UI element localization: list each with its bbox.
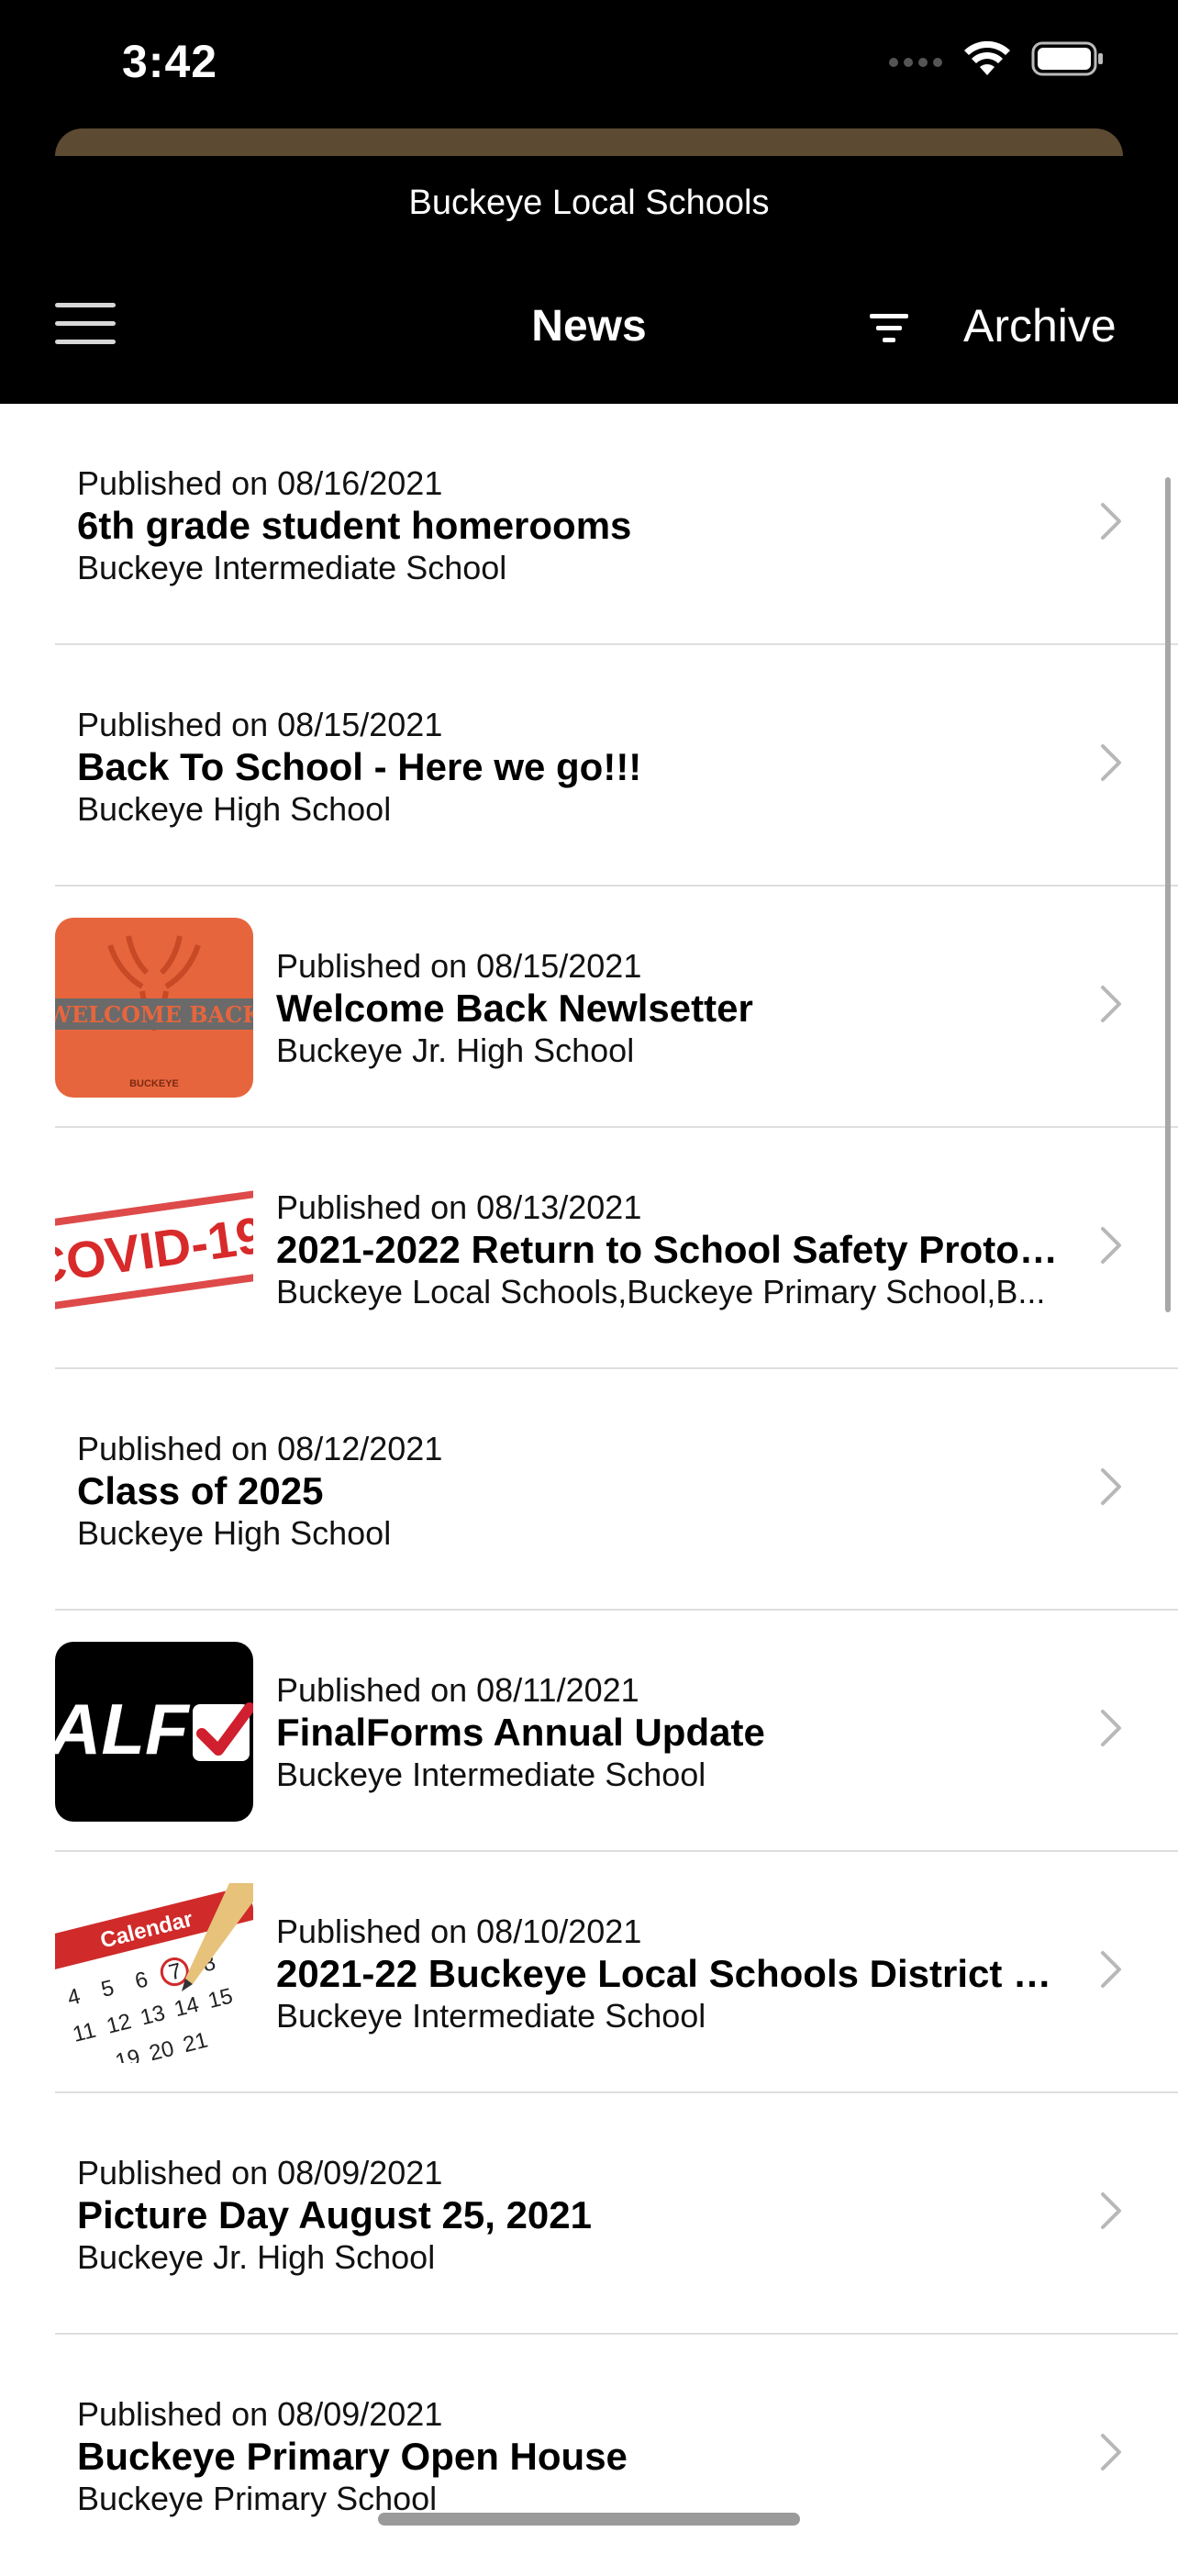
news-thumbnail-covid: COVID-19	[55, 1159, 253, 1339]
news-list: Published on 08/16/2021 6th grade studen…	[0, 404, 1178, 2576]
news-thumbnail-welcome-back: WELCOME BACK BUCKEYE	[55, 918, 253, 1098]
chevron-right-icon	[1101, 2434, 1121, 2470]
chevron-right-icon	[1101, 503, 1121, 540]
chevron-right-icon	[1101, 1227, 1121, 1264]
chevron-right-icon	[1101, 1468, 1121, 1505]
home-indicator[interactable]	[378, 2513, 800, 2526]
filter-icon	[870, 314, 908, 342]
news-school: Buckeye Intermediate School	[77, 549, 507, 586]
news-thumbnail-finalforms: ALF	[55, 1642, 253, 1822]
status-time: 3:42	[122, 36, 218, 87]
chevron-right-icon	[1101, 1951, 1121, 1988]
news-title: Welcome Back Newlsetter	[276, 987, 753, 1030]
chevron-right-icon	[1101, 2192, 1121, 2229]
news-title: 6th grade student homerooms	[77, 504, 632, 547]
news-title: 2021-2022 Return to School Safety Protoc…	[276, 1228, 1068, 1271]
vertical-scrollbar[interactable]	[1165, 477, 1171, 1312]
news-school: Buckeye High School	[77, 790, 392, 828]
news-title: 2021-22 Buckeye Local Schools District C…	[276, 1952, 1068, 1995]
news-item[interactable]: Published on 08/15/2021 Back To School -…	[0, 645, 1178, 887]
news-thumbnail-calendar: Calendar 4 5 6 7 8 11 12 13 14 15 19 20	[55, 1883, 253, 2063]
top-header: 3:42 Buckeye Local Schools News Archive	[0, 0, 1178, 404]
news-title: Class of 2025	[77, 1469, 324, 1512]
news-date: Published on 08/10/2021	[276, 1912, 642, 1950]
news-item[interactable]: Published on 08/09/2021 Picture Day Augu…	[0, 2093, 1178, 2335]
news-date: Published on 08/12/2021	[77, 1430, 443, 1467]
news-item[interactable]: ALF Published on 08/11/2021 FinalForms A…	[0, 1611, 1178, 1852]
news-school: Buckeye Local Schools,Buckeye Primary Sc…	[276, 1273, 1046, 1310]
news-date: Published on 08/16/2021	[77, 464, 443, 502]
news-school: Buckeye Jr. High School	[77, 2238, 436, 2276]
news-item[interactable]: Published on 08/12/2021 Class of 2025 Bu…	[0, 1369, 1178, 1611]
app-title: Buckeye Local Schools	[408, 184, 770, 222]
news-item[interactable]: COVID-19 Published on 08/13/2021 2021-20…	[0, 1128, 1178, 1369]
news-date: Published on 08/09/2021	[77, 2395, 443, 2433]
wifi-icon	[964, 40, 1010, 75]
news-school: Buckeye Jr. High School	[276, 1032, 635, 1069]
news-school: Buckeye High School	[77, 1514, 392, 1552]
news-date: Published on 08/11/2021	[276, 1671, 639, 1709]
news-title: Back To School - Here we go!!!	[77, 745, 642, 788]
news-date: Published on 08/13/2021	[276, 1188, 642, 1226]
news-date: Published on 08/15/2021	[77, 706, 443, 743]
chevron-right-icon	[1101, 744, 1121, 781]
chevron-right-icon	[1101, 1710, 1121, 1746]
battery-icon	[1031, 41, 1103, 76]
news-title: FinalForms Annual Update	[276, 1711, 765, 1754]
chevron-right-icon	[1101, 986, 1121, 1022]
news-school: Buckeye Intermediate School	[276, 1756, 706, 1793]
news-title: Picture Day August 25, 2021	[77, 2193, 593, 2236]
news-item[interactable]: Published on 08/16/2021 6th grade studen…	[0, 404, 1178, 645]
archive-button[interactable]: Archive	[963, 299, 1117, 352]
news-item[interactable]: Published on 08/09/2021 Buckeye Primary …	[0, 2335, 1178, 2576]
news-title: Buckeye Primary Open House	[77, 2435, 628, 2478]
filter-button[interactable]	[866, 310, 912, 347]
news-item[interactable]: Calendar 4 5 6 7 8 11 12 13 14 15 19 20	[0, 1852, 1178, 2093]
news-date: Published on 08/09/2021	[77, 2154, 443, 2191]
brand-banner	[55, 128, 1123, 156]
cellular-signal-icon	[889, 58, 942, 67]
news-date: Published on 08/15/2021	[276, 947, 642, 985]
news-school: Buckeye Intermediate School	[276, 1997, 706, 2035]
svg-text:BUCKEYE: BUCKEYE	[129, 1078, 179, 1089]
news-item[interactable]: WELCOME BACK BUCKEYE Published on 08/15/…	[0, 887, 1178, 1128]
svg-text:WELCOME BACK: WELCOME BACK	[55, 1001, 253, 1028]
status-icons	[888, 40, 1105, 77]
svg-text:ALF: ALF	[55, 1689, 191, 1769]
